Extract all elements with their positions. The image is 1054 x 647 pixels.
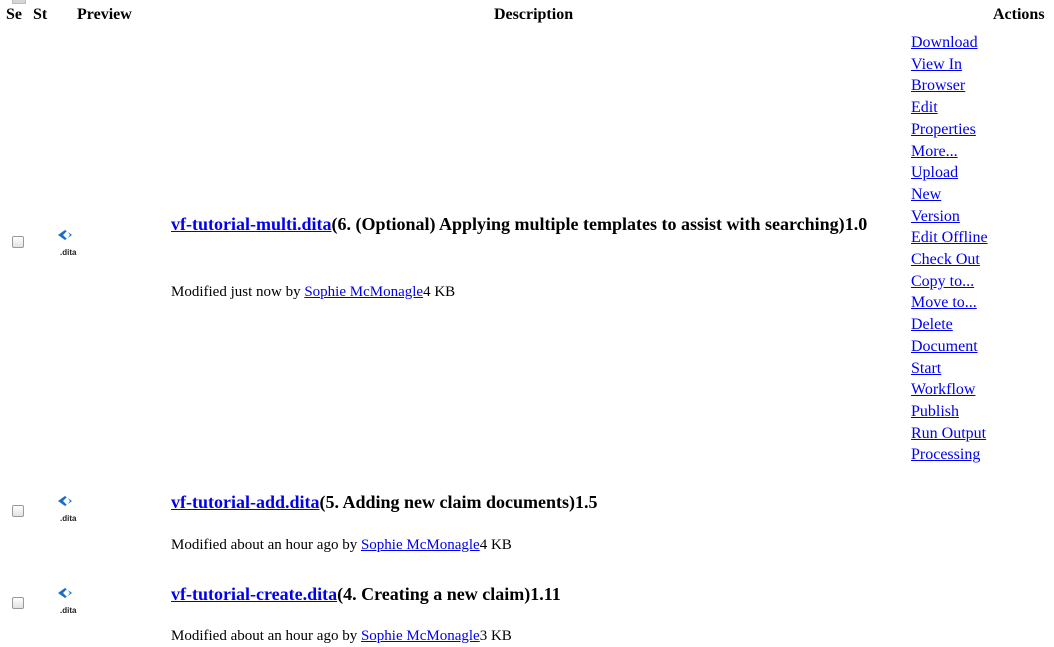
action-edit-offline-link[interactable]: Edit Offline <box>911 227 1021 249</box>
file-size: 4 KB <box>423 284 456 300</box>
dita-file-icon[interactable]: .dita <box>54 228 90 264</box>
document-name-link[interactable]: vf-tutorial-create.dita <box>171 584 337 604</box>
modified-by-link[interactable]: Sophie McMonagle <box>361 537 480 553</box>
document-title: vf-tutorial-add.dita(5. Adding new claim… <box>171 491 901 513</box>
action-download-link[interactable]: Download <box>911 32 1021 54</box>
file-size: 4 KB <box>479 537 512 553</box>
document-title-text: (4. Creating a new claim) <box>337 584 531 604</box>
modified-text: Modified about an hour ago by <box>171 537 361 553</box>
select-header-label: Se <box>6 6 22 23</box>
action-upload-new-version-link[interactable]: Upload <box>911 162 1021 184</box>
file-extension-label: .dita <box>60 606 77 615</box>
dita-file-icon[interactable]: .dita <box>54 586 90 622</box>
document-version: 1.0 <box>844 214 868 234</box>
modified-by-link[interactable]: Sophie McMonagle <box>361 628 480 644</box>
document-meta: Modified about an hour ago by Sophie McM… <box>171 627 512 645</box>
document-title-text: (5. Adding new claim documents) <box>319 492 576 512</box>
action-view-in-browser-link[interactable]: View In <box>911 54 1021 76</box>
file-extension-label: .dita <box>60 514 77 523</box>
modified-text: Modified about an hour ago by <box>171 628 361 644</box>
action-check-out-link[interactable]: Check Out <box>911 249 1021 271</box>
row-select-checkbox[interactable] <box>12 505 24 517</box>
action-run-output-processing-link-line2[interactable]: Processing <box>911 444 1021 466</box>
action-publish-link[interactable]: Publish <box>911 401 1021 423</box>
document-name-link[interactable]: vf-tutorial-add.dita <box>171 492 320 512</box>
dita-glyph-icon <box>58 230 72 240</box>
action-delete-document-link-line2[interactable]: Document <box>911 336 1021 358</box>
actions-column-header: Actions <box>993 6 1045 23</box>
action-upload-new-version-link-line2[interactable]: New <box>911 184 1021 206</box>
row-select-checkbox[interactable] <box>12 597 24 609</box>
document-meta: Modified just now by Sophie McMonagle4 K… <box>171 283 455 301</box>
document-version: 1.11 <box>530 584 561 604</box>
action-more-link[interactable]: More... <box>911 141 1021 163</box>
action-run-output-processing-link[interactable]: Run Output <box>911 423 1021 445</box>
document-list: Se St Preview Description Actions .dita … <box>0 0 1054 647</box>
modified-text: Modified just now by <box>171 284 305 300</box>
modified-by-link[interactable]: Sophie McMonagle <box>304 284 423 300</box>
row-actions-menu: Download View In Browser Edit Properties… <box>911 32 1021 466</box>
document-title: vf-tutorial-multi.dita(6. (Optional) App… <box>171 213 901 235</box>
preview-column-header: Preview <box>77 6 132 23</box>
status-column-header: St <box>33 6 48 23</box>
file-extension-label: .dita <box>60 248 77 257</box>
select-column-header[interactable]: Se <box>6 0 30 23</box>
row-select-checkbox[interactable] <box>12 236 24 248</box>
dita-glyph-icon <box>58 496 72 506</box>
action-move-to-link[interactable]: Move to... <box>911 292 1021 314</box>
file-size: 3 KB <box>479 628 512 644</box>
dita-glyph-icon <box>58 588 72 598</box>
action-edit-properties-link[interactable]: Edit <box>911 97 1021 119</box>
action-upload-new-version-link-line3[interactable]: Version <box>911 206 1021 228</box>
dita-file-icon[interactable]: .dita <box>54 494 90 530</box>
document-title: vf-tutorial-create.dita(4. Creating a ne… <box>171 583 901 605</box>
description-column-header: Description <box>494 6 574 23</box>
document-meta: Modified about an hour ago by Sophie McM… <box>171 536 512 554</box>
document-name-link[interactable]: vf-tutorial-multi.dita <box>171 214 331 234</box>
action-copy-to-link[interactable]: Copy to... <box>911 271 1021 293</box>
select-all-toggle[interactable] <box>12 0 26 4</box>
action-edit-properties-link-line2[interactable]: Properties <box>911 119 1021 141</box>
action-view-in-browser-link-line2[interactable]: Browser <box>911 75 1021 97</box>
document-version: 1.5 <box>575 492 598 512</box>
document-title-text: (6. (Optional) Applying multiple templat… <box>331 214 845 234</box>
action-delete-document-link[interactable]: Delete <box>911 314 1021 336</box>
action-start-workflow-link-line2[interactable]: Workflow <box>911 379 1021 401</box>
action-start-workflow-link[interactable]: Start <box>911 358 1021 380</box>
